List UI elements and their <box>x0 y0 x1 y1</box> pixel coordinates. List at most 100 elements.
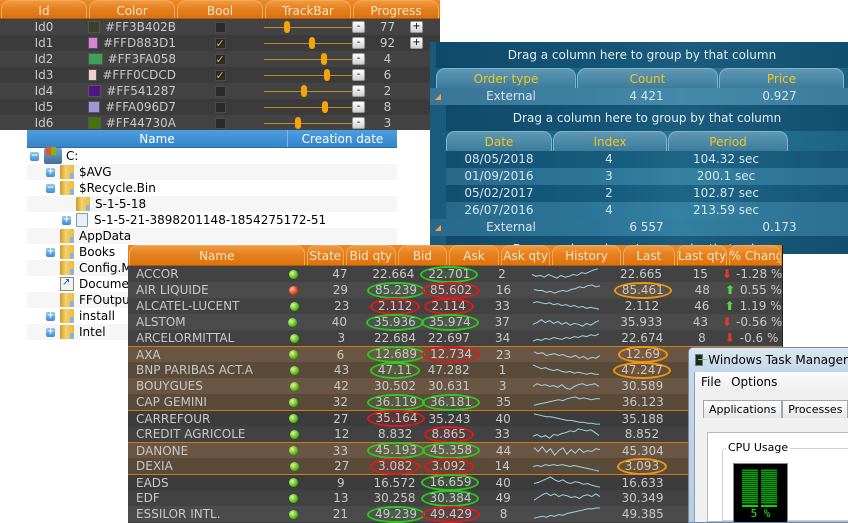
decrement-button[interactable]: - <box>352 37 365 49</box>
group-by-panel[interactable]: Drag a column here to group by that colu… <box>436 42 848 68</box>
checkbox[interactable] <box>214 117 226 129</box>
tree-node[interactable]: AppData <box>27 228 397 244</box>
expand-icon[interactable]: + <box>46 167 55 177</box>
task-manager-titlebar[interactable]: Windows Task Manager <box>689 348 848 372</box>
trackbar[interactable] <box>264 19 352 35</box>
color-cell[interactable]: #FFF0CDCD <box>88 68 176 82</box>
color-swatch[interactable] <box>88 117 101 129</box>
table-row[interactable]: Id2 #FF3FA058 ✓ -4 <box>0 51 440 67</box>
color-cell[interactable]: #FF541287 <box>88 84 176 98</box>
column-header-ask-qty[interactable]: Ask qty <box>500 245 551 265</box>
column-header-percent-change[interactable]: % Change <box>728 245 782 265</box>
group-row[interactable]: ◢ External 6 557 0.173 <box>430 219 848 236</box>
table-row[interactable]: Id0 #FF3B402B - 77 + <box>0 19 440 35</box>
detail-group-by-panel[interactable]: Drag a column here to group by that colu… <box>446 105 848 131</box>
expand-arrow-icon[interactable]: ◢ <box>430 88 446 105</box>
table-row[interactable]: ARCELORMITTAL 3 22.684 22.697 34 22.674 8 ⬇ -0.6… <box>128 330 782 346</box>
detail-row[interactable]: 26/07/2016 4 213.59 sec <box>446 202 848 219</box>
table-row[interactable]: Id3 #FFF0CDCD ✓ -6 <box>0 67 440 83</box>
trackbar[interactable] <box>264 83 352 99</box>
collapse-icon[interactable]: − <box>46 183 55 193</box>
column-header-bid[interactable]: Bid <box>397 245 448 265</box>
trackbar-thumb[interactable] <box>295 117 302 129</box>
color-swatch[interactable] <box>88 101 101 113</box>
trackbar-thumb[interactable] <box>300 85 307 97</box>
checkbox[interactable]: ✓ <box>214 37 226 49</box>
detail-row[interactable]: 05/02/2017 2 102.87 sec <box>446 185 848 202</box>
column-header-order-type[interactable]: Order type <box>436 68 576 88</box>
column-header-bool[interactable]: Bool <box>177 0 263 18</box>
decrement-button[interactable]: - <box>352 85 365 97</box>
table-row[interactable]: ESSILOR INTL. 21 49.239 49.429 8 49.385 <box>128 505 782 523</box>
tree-node[interactable]: − C: <box>27 147 397 164</box>
column-header-bid-qty[interactable]: Bid qty <box>346 245 396 265</box>
trackbar-thumb[interactable] <box>283 21 290 33</box>
tree-node[interactable]: − $Recycle.Bin <box>27 180 397 196</box>
table-row[interactable]: ALCATEL-LUCENT 23 2.112 2.114 33 2.112 46 ⬆ 1.19… <box>128 297 782 315</box>
trackbar[interactable] <box>264 99 352 115</box>
decrement-button[interactable]: - <box>352 69 365 81</box>
checkbox[interactable]: ✓ <box>214 53 226 65</box>
trackbar-thumb[interactable] <box>322 101 329 113</box>
column-header-name[interactable]: Name <box>27 130 288 147</box>
menu-file[interactable]: File <box>701 375 721 389</box>
column-header-creation-date[interactable]: Creation date <box>288 130 397 147</box>
table-row[interactable]: Id6 #FF44730A -3 <box>0 115 440 130</box>
column-header-state[interactable]: State <box>306 245 345 265</box>
table-row[interactable]: Id1 #FFD883D1 ✓ - 92 + <box>0 35 440 51</box>
increment-button[interactable]: + <box>410 21 423 33</box>
collapse-icon[interactable]: − <box>30 151 39 161</box>
color-cell[interactable]: #FF44730A <box>88 116 176 130</box>
column-header-period[interactable]: Period <box>668 131 788 151</box>
column-header-date[interactable]: Date <box>446 131 552 151</box>
trackbar[interactable] <box>264 115 352 130</box>
trackbar-thumb[interactable] <box>323 69 330 81</box>
table-row[interactable]: DEXIA 27 3.082 3.092 14 3.093 <box>128 457 782 475</box>
checkbox[interactable]: ✓ <box>214 69 226 81</box>
color-cell[interactable]: #FF3B402B <box>88 20 176 34</box>
table-row[interactable]: BOUYGUES 42 30.502 30.631 3 30.589 <box>128 378 782 394</box>
tab-processes[interactable]: Processes <box>782 400 848 418</box>
trackbar[interactable] <box>264 35 352 51</box>
color-cell[interactable]: #FFD883D1 <box>88 36 176 50</box>
decrement-button[interactable]: - <box>352 21 365 33</box>
column-header-trackbar[interactable]: TrackBar <box>265 0 351 18</box>
tree-node[interactable]: S-1-5-18 <box>27 196 397 212</box>
table-row[interactable]: AIR LIQUIDE 29 85.239 85.602 16 85.461 48 ⬆ 0.55… <box>128 281 782 299</box>
table-row[interactable]: Id4 #FF541287-2 <box>0 83 440 99</box>
decrement-button[interactable]: - <box>352 101 365 113</box>
tree-node[interactable]: + $AVG <box>27 164 397 180</box>
column-header-index[interactable]: Index <box>553 131 667 151</box>
tree-node[interactable]: + S-1-5-21-3898201148-1854275172-51 <box>27 212 397 228</box>
column-header-ask[interactable]: Ask <box>449 245 499 265</box>
expand-icon[interactable]: + <box>46 327 55 337</box>
color-swatch[interactable] <box>88 21 101 33</box>
table-row[interactable]: AXA 6 12.689 12.734 23 12.69 <box>128 346 782 363</box>
trackbar-thumb[interactable] <box>309 37 316 49</box>
expand-icon[interactable]: + <box>62 215 71 225</box>
increment-button[interactable]: + <box>410 37 423 49</box>
trackbar-thumb[interactable] <box>321 53 328 65</box>
table-row[interactable]: DANONE 33 45.193 45.358 44 45.304 <box>128 442 782 459</box>
detail-row[interactable]: 01/09/2016 3 200.1 sec <box>446 168 848 185</box>
group-row[interactable]: ◢ External 4 421 0.927 <box>430 88 848 105</box>
expand-arrow-icon[interactable]: ◢ <box>430 219 446 236</box>
detail-row[interactable]: 08/05/2018 4 104.32 sec <box>446 151 848 168</box>
menu-options[interactable]: Options <box>731 375 777 389</box>
column-header-id[interactable]: Id <box>1 0 87 18</box>
column-header-last[interactable]: Last <box>622 245 676 265</box>
trackbar[interactable] <box>264 51 352 67</box>
table-row[interactable]: EADS 9 16.572 16.659 40 16.633 <box>128 474 782 491</box>
table-row[interactable]: CREDIT AGRICOLE 12 8.832 8.865 33 8.852 <box>128 425 782 443</box>
color-cell[interactable]: #FF3FA058 <box>88 52 176 66</box>
expand-icon[interactable]: + <box>46 311 55 321</box>
column-header-progress[interactable]: Progress <box>353 0 439 18</box>
table-row[interactable]: Id5 #FFA096D7-8 <box>0 99 440 115</box>
column-header-price[interactable]: Price <box>719 68 844 88</box>
color-swatch[interactable] <box>88 37 99 49</box>
checkbox[interactable] <box>214 21 226 33</box>
table-row[interactable]: ALSTOM 40 35.936 35.974 37 35.933 43 ⬇ -0.56 % <box>128 313 782 331</box>
column-header-last-qty[interactable]: Last qty <box>677 245 727 265</box>
table-row[interactable]: EDF 13 30.258 30.384 49 30.349 <box>128 489 782 507</box>
tab-applications[interactable]: Applications <box>703 400 783 418</box>
